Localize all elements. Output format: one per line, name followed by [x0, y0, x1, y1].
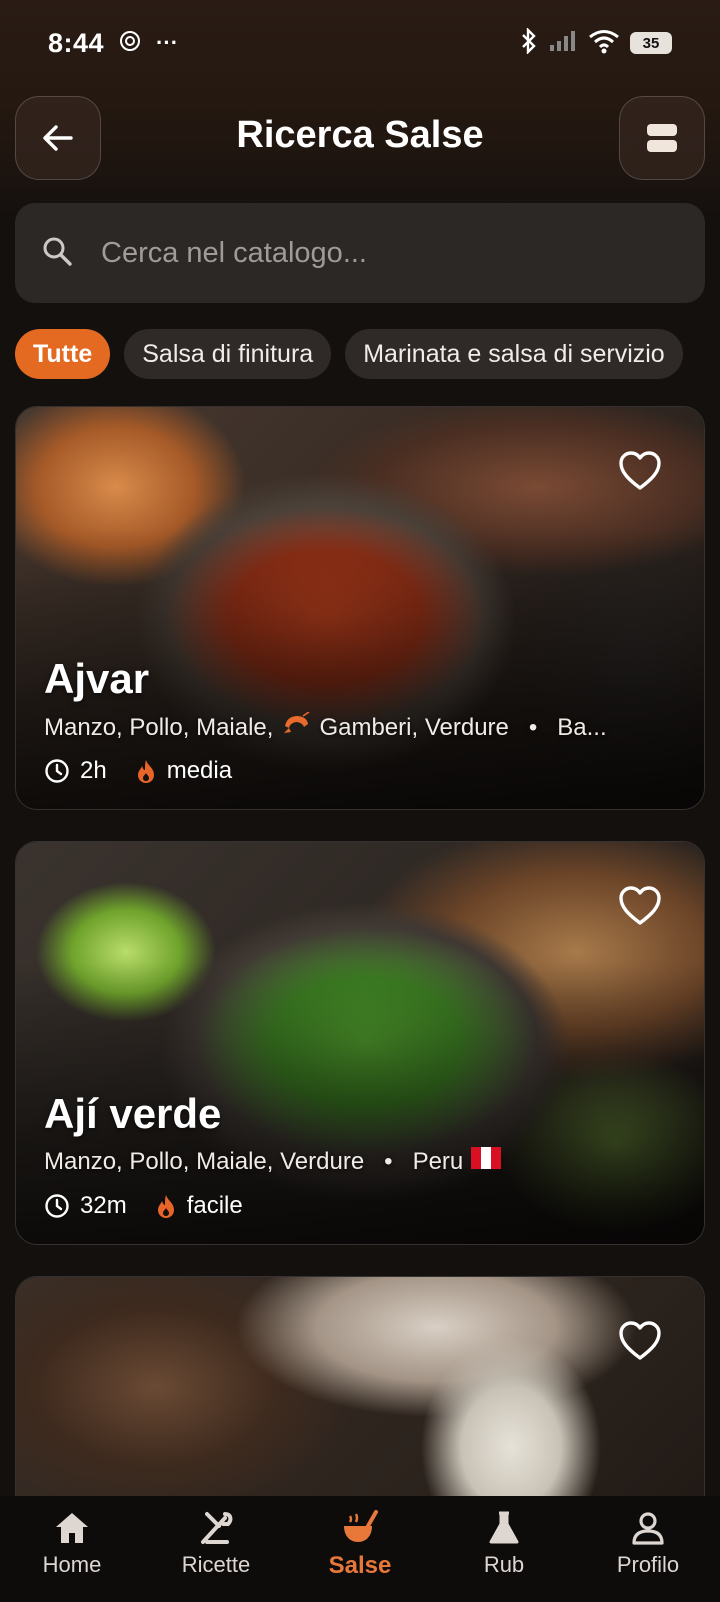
- nav-profilo-label: Profilo: [616, 1552, 680, 1577]
- card-difficulty: media: [166, 757, 233, 784]
- nav-profilo[interactable]: Profilo: [576, 1496, 720, 1602]
- sauce-pot-icon: [344, 1510, 378, 1542]
- nav-salse-label: Salse: [328, 1552, 392, 1579]
- heart-icon: [619, 451, 661, 490]
- chip-salsa-di-finitura[interactable]: Salsa di finitura: [124, 329, 332, 379]
- battery-icon: 35: [630, 32, 672, 54]
- utensils-icon: [201, 1512, 233, 1544]
- card-stats: 2h media: [44, 757, 250, 785]
- card-origin: Ba...: [557, 713, 607, 741]
- page-title: Ricerca Salse: [236, 114, 484, 156]
- profile-icon: [632, 1512, 664, 1545]
- layout-toggle-button[interactable]: [619, 96, 705, 180]
- nav-home-label: Home: [42, 1552, 102, 1577]
- status-time: 8:44: [48, 27, 105, 58]
- chip-tutte[interactable]: Tutte: [15, 329, 111, 379]
- bluetooth-icon: [520, 26, 538, 59]
- sauce-card[interactable]: Ajvar Manzo, Pollo, Maiale, Gamberi, Ver…: [15, 406, 705, 810]
- app-header: Ricerca Salse: [0, 96, 720, 180]
- card-meta: Manzo, Pollo, Maiale, Verdure • Peru: [44, 1147, 674, 1176]
- wifi-icon: [588, 28, 620, 59]
- card-origin: Peru: [412, 1147, 464, 1175]
- card-meta: Manzo, Pollo, Maiale, Gamberi, Verdure •…: [44, 712, 674, 743]
- status-bar: 8:44 ··· 35: [0, 0, 720, 86]
- search-bar[interactable]: [15, 203, 705, 303]
- sauce-card[interactable]: Ají verde Manzo, Pollo, Maiale, Verdure …: [15, 841, 705, 1245]
- card-title: Ají verde: [44, 1090, 222, 1137]
- card-proteins: Manzo, Pollo, Maiale, Verdure: [44, 1147, 365, 1175]
- card-proteins-2: Gamberi, Verdure: [319, 713, 509, 741]
- bottom-navigation: Home Ricette Salse Rub Profilo: [0, 1496, 720, 1602]
- card-difficulty: facile: [186, 1192, 243, 1219]
- more-notifications-icon: ···: [156, 30, 179, 55]
- card-title: Ajvar: [44, 655, 150, 702]
- shrimp-icon: [281, 712, 311, 743]
- nav-home[interactable]: Home: [0, 1496, 144, 1602]
- home-icon: [56, 1513, 88, 1543]
- peru-flag-icon: [471, 1147, 502, 1176]
- nav-ricette[interactable]: Ricette: [144, 1496, 288, 1602]
- heart-icon: [619, 886, 661, 925]
- nav-ricette-label: Ricette: [181, 1552, 251, 1577]
- search-icon: [41, 235, 73, 272]
- favorite-button[interactable]: [612, 443, 668, 499]
- clock-icon: [45, 1194, 69, 1218]
- search-input[interactable]: [101, 236, 679, 270]
- favorite-button[interactable]: [612, 878, 668, 934]
- favorite-button[interactable]: [612, 1313, 668, 1369]
- nav-salse[interactable]: Salse: [288, 1496, 432, 1602]
- chip-marinata[interactable]: Marinata e salsa di servizio: [345, 329, 683, 379]
- nav-rub[interactable]: Rub: [432, 1496, 576, 1602]
- card-stats: 32m facile: [44, 1192, 261, 1220]
- signal-icon: [548, 29, 578, 58]
- filter-chips: Tutte Salsa di finitura Marinata e salsa…: [15, 329, 705, 381]
- card-proteins: Manzo, Pollo, Maiale,: [44, 713, 274, 741]
- heart-icon: [619, 1321, 661, 1360]
- layout-list-icon: [647, 124, 677, 152]
- card-time: 32m: [80, 1192, 127, 1219]
- card-time: 2h: [80, 757, 107, 784]
- nav-rub-label: Rub: [483, 1552, 525, 1577]
- clock-icon: [45, 759, 69, 783]
- flask-icon: [489, 1511, 519, 1544]
- flame-icon: [137, 760, 154, 783]
- chatgpt-icon: [118, 29, 142, 58]
- flame-icon: [157, 1195, 174, 1218]
